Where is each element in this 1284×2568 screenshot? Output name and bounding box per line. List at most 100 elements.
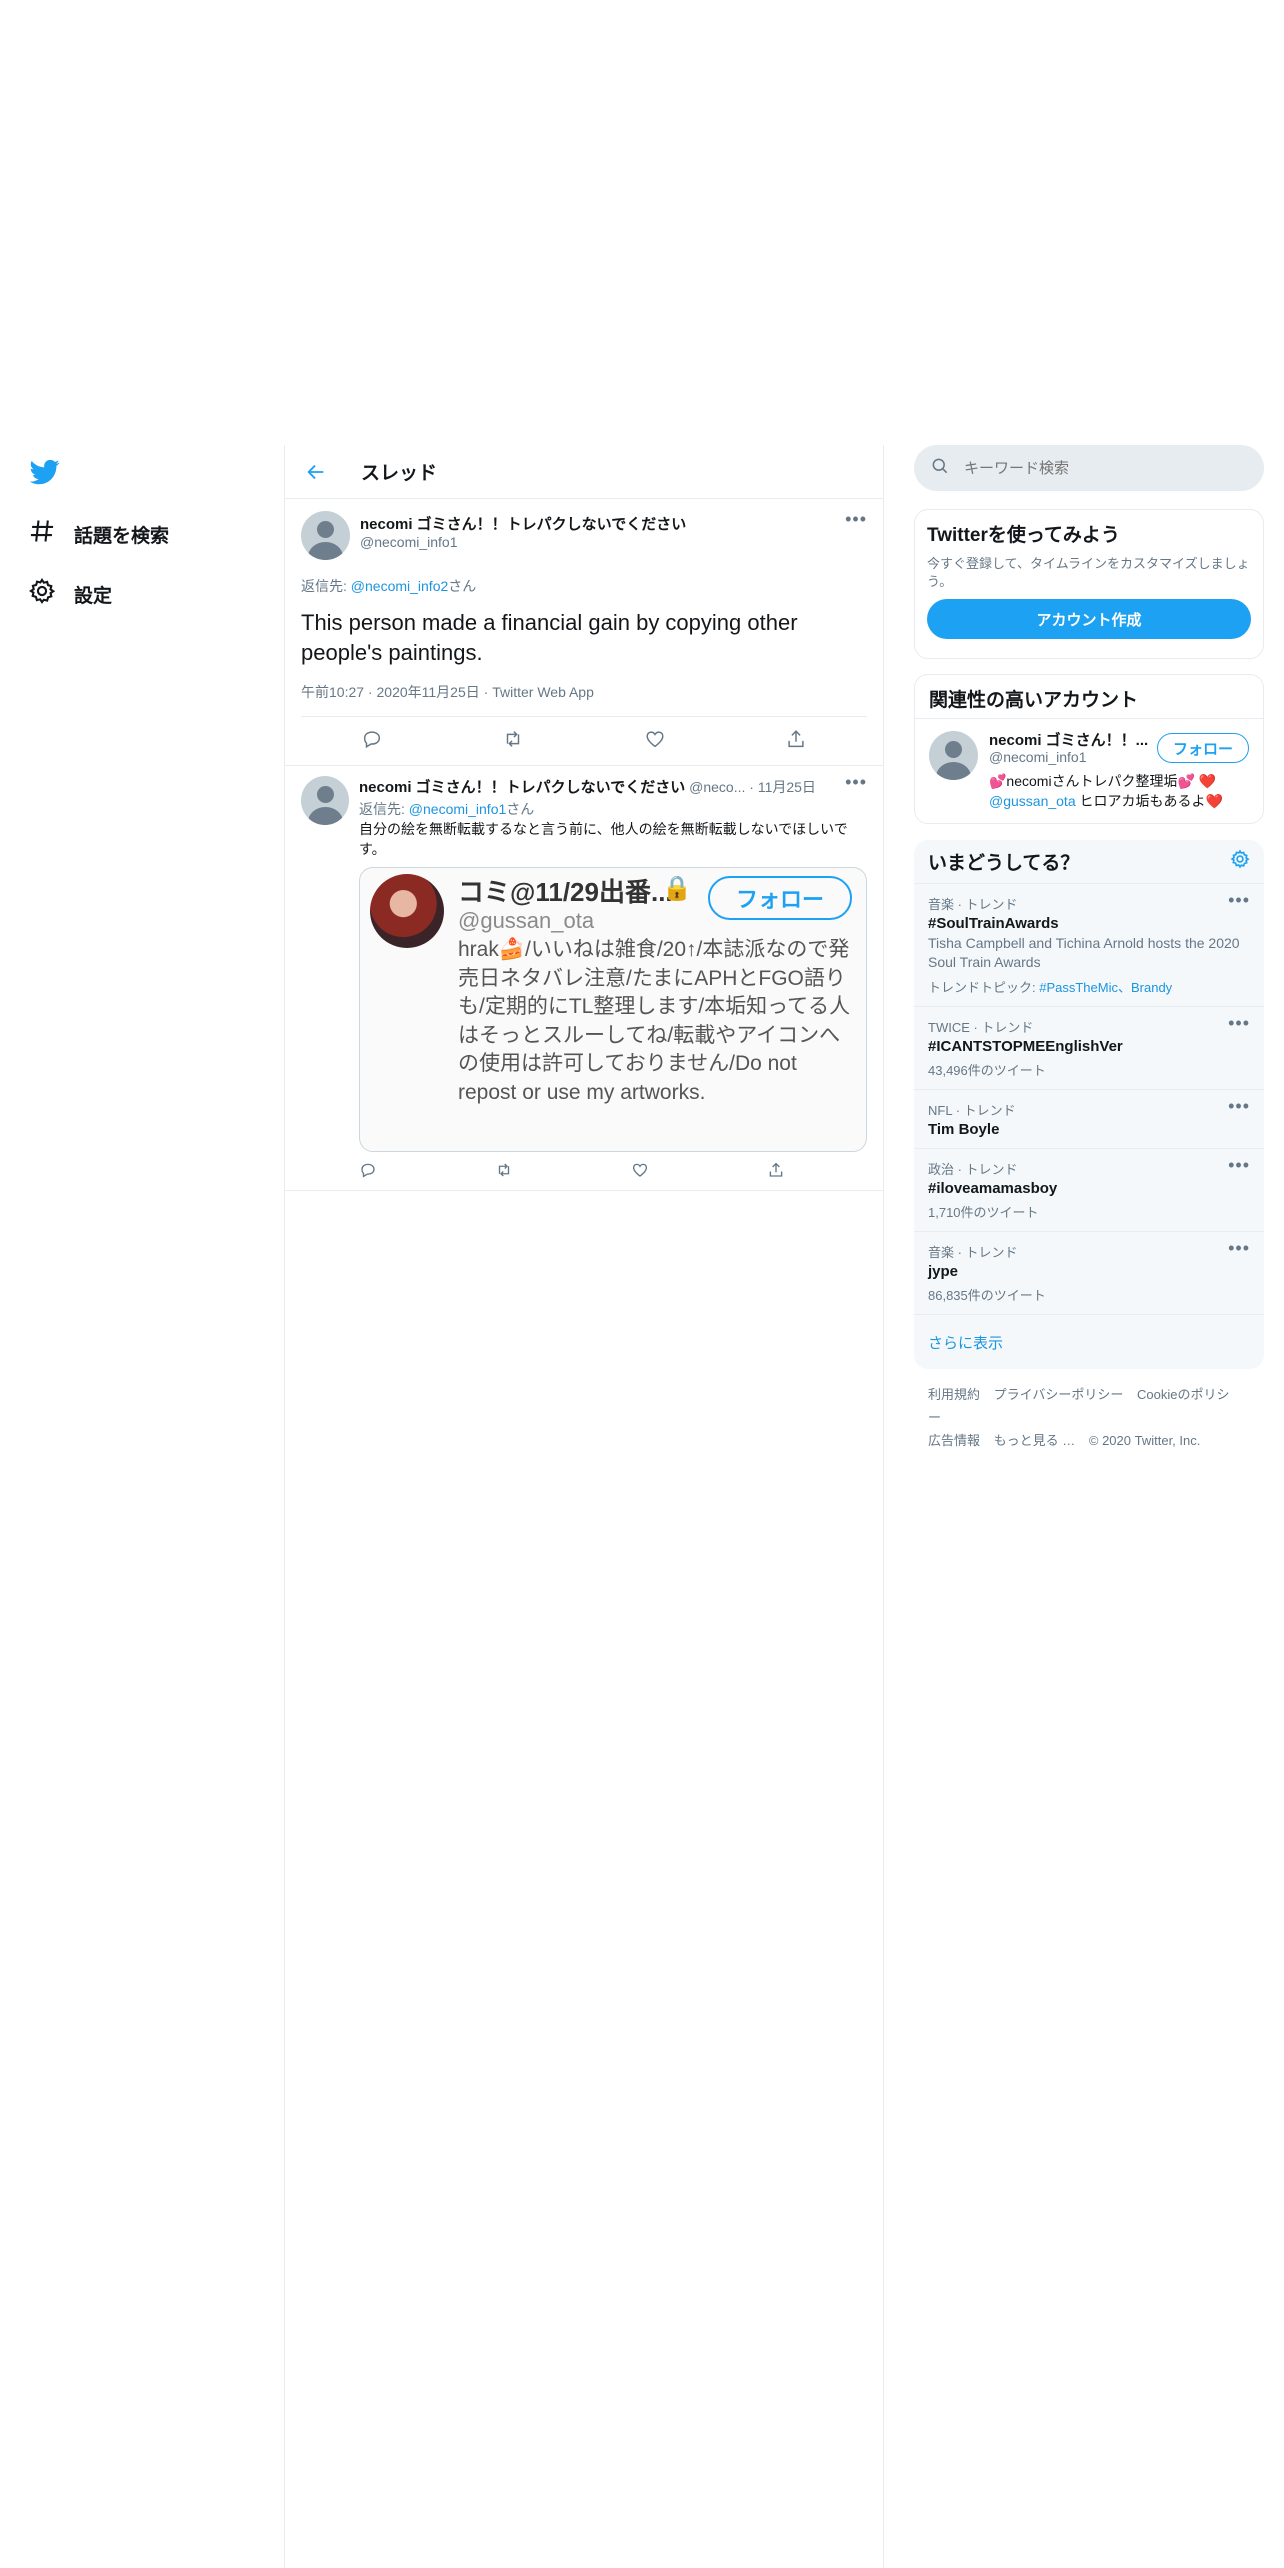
page: 話題を検索 設定 スレッド necomi ゴミさん！！トレパクしないでください …: [0, 0, 1284, 2568]
trend-count: 1,710件のツイート: [928, 1205, 1039, 1220]
replying-to-link[interactable]: @necomi_info2: [351, 578, 449, 594]
replying-to: 返信先: @necomi_info1さん: [359, 799, 867, 819]
nav-explore[interactable]: 話題を検索: [28, 517, 169, 551]
tweet-date[interactable]: 2020年11月25日: [377, 684, 480, 700]
trend-topic-links[interactable]: #PassTheMic、Brandy: [1039, 980, 1172, 995]
trend-item[interactable]: NFL · トレンド Tim Boyle •••: [914, 1090, 1264, 1149]
avatar[interactable]: [301, 511, 350, 560]
tweet-text: This person made a financial gain by cop…: [301, 610, 798, 665]
footer-terms[interactable]: 利用規約: [928, 1387, 980, 1402]
trend-name: #iloveamamasboy: [928, 1180, 1058, 1197]
back-arrow-icon[interactable]: [301, 457, 331, 487]
embed-name: コミ@11/29出番...: [458, 877, 673, 907]
author-name[interactable]: necomi ゴミさん！！トレパクしないでください: [360, 513, 686, 534]
lock-icon: 🔒: [662, 875, 692, 902]
twitter-bird-icon[interactable]: [28, 457, 62, 487]
author-handle[interactable]: @necomi_info1: [360, 534, 686, 550]
follow-button[interactable]: フォロー: [1157, 733, 1249, 763]
embed-handle: @gussan_ota: [458, 908, 595, 933]
more-icon[interactable]: •••: [1228, 1155, 1250, 1176]
like-icon[interactable]: [631, 1161, 649, 1184]
footer-copyright: © 2020 Twitter, Inc.: [1088, 1433, 1201, 1448]
trend-context: 音楽 · トレンド: [928, 897, 1018, 912]
footer-privacy[interactable]: プライバシーポリシー: [994, 1387, 1124, 1402]
more-icon[interactable]: •••: [1228, 1238, 1250, 1259]
embed-bio: hrak🍰/いいねは雑食/20↑/本誌派なので発売日ネタバレ注意/たまにAPHと…: [458, 938, 851, 1104]
more-icon[interactable]: •••: [1228, 1013, 1250, 1034]
trend-context: 音楽 · トレンド: [928, 1245, 1018, 1260]
trend-item[interactable]: 音楽 · トレンド #SoulTrainAwards Tisha Campbel…: [914, 884, 1264, 1007]
author-handle[interactable]: @neco...: [689, 779, 745, 795]
trend-name: Tim Boyle: [928, 1121, 1000, 1138]
trend-topic-prefix: トレンドトピック:: [928, 980, 1040, 995]
tweet-source[interactable]: Twitter Web App: [492, 684, 594, 700]
sidebar-right: Twitterを使ってみよう 今すぐ登録して、タイムラインをカスタマイズしましょ…: [914, 445, 1264, 1452]
reply-header: necomi ゴミさん！！トレパクしないでください @neco... · 11月…: [359, 779, 816, 796]
trends-card: いまどうしてる？ 音楽 · トレンド #SoulTrainAwards Tish…: [914, 840, 1264, 1369]
replying-suffix: さん: [506, 801, 535, 817]
share-icon[interactable]: [785, 728, 807, 755]
trend-count: 86,835件のツイート: [928, 1288, 1046, 1303]
trend-item[interactable]: TWICE · トレンド #ICANTSTOPMEEnglishVer 43,4…: [914, 1007, 1264, 1090]
trend-name: #SoulTrainAwards: [928, 915, 1059, 932]
more-icon[interactable]: •••: [1228, 1096, 1250, 1117]
thread-column: スレッド necomi ゴミさん！！トレパクしないでください @necomi_i…: [284, 445, 884, 2568]
nav-explore-label: 話題を検索: [74, 525, 170, 547]
trend-desc: Tisha Campbell and Tichina Arnold hosts …: [928, 935, 1240, 970]
search-input[interactable]: [964, 459, 1244, 477]
show-more-link[interactable]: さらに表示: [914, 1315, 1264, 1369]
tweet-time[interactable]: 午前10:27: [301, 684, 364, 700]
search-bar[interactable]: [914, 445, 1264, 491]
reply-icon[interactable]: [359, 1161, 377, 1184]
replying-suffix: さん: [448, 578, 477, 594]
trend-item[interactable]: 音楽 · トレンド jype 86,835件のツイート •••: [914, 1232, 1264, 1315]
footer-ads[interactable]: 広告情報: [928, 1433, 980, 1448]
trend-item[interactable]: 政治 · トレンド #iloveamamasboy 1,710件のツイート ••…: [914, 1149, 1264, 1232]
focused-tweet: necomi ゴミさん！！トレパクしないでください @necomi_info1 …: [285, 499, 883, 766]
replying-prefix: 返信先:: [359, 801, 409, 817]
trend-name: #ICANTSTOPMEEnglishVer: [928, 1038, 1123, 1055]
tweet-text: 自分の絵を無断転載するなと言う前に、他人の絵を無断転載しないでほしいです。: [359, 821, 848, 857]
nav-settings-label: 設定: [74, 585, 113, 607]
reply-icon[interactable]: [361, 728, 383, 755]
trend-context: 政治 · トレンド: [928, 1162, 1018, 1177]
related-accounts-card: 関連性の高いアカウント necomi ゴミさん！！... @necomi_inf…: [914, 674, 1264, 824]
replying-to-link[interactable]: @necomi_info1: [409, 801, 507, 817]
trends-title: いまどうしてる？: [928, 853, 1080, 874]
reply-tweet[interactable]: necomi ゴミさん！！トレパクしないでください @neco... · 11月…: [285, 766, 883, 1191]
tweet-date[interactable]: 11月25日: [758, 779, 816, 795]
page-title: スレッド: [361, 463, 438, 484]
gear-icon[interactable]: [1230, 849, 1250, 874]
avatar[interactable]: [929, 731, 978, 780]
share-icon[interactable]: [767, 1161, 785, 1184]
related-bio-link[interactable]: @gussan_ota: [989, 793, 1076, 809]
more-icon[interactable]: •••: [845, 772, 867, 793]
author-name[interactable]: necomi ゴミさん！！トレパクしないでください: [359, 779, 685, 796]
trend-context: TWICE · トレンド: [928, 1020, 1034, 1035]
retweet-icon[interactable]: [495, 1161, 513, 1184]
create-account-button[interactable]: アカウント作成: [927, 599, 1251, 639]
retweet-icon[interactable]: [502, 728, 524, 755]
embedded-image[interactable]: コミ@11/29出番... 🔒 @gussan_ota フォロー hrak🍰/い…: [359, 867, 867, 1152]
more-icon[interactable]: •••: [1228, 890, 1250, 911]
embed-follow-button: フォロー: [708, 876, 852, 920]
trend-name: jype: [928, 1263, 959, 1280]
tweet-meta: 午前10:27 · 2020年11月25日 · Twitter Web App: [301, 682, 867, 717]
nav-settings[interactable]: 設定: [28, 577, 112, 611]
like-icon[interactable]: [644, 728, 666, 755]
signup-card: Twitterを使ってみよう 今すぐ登録して、タイムラインをカスタマイズしましょ…: [914, 509, 1264, 659]
gear-icon: [28, 577, 56, 611]
footer: 利用規約 プライバシーポリシー Cookieのポリシー 広告情報 もっと見る ……: [914, 1383, 1264, 1452]
signup-desc: 今すぐ登録して、タイムラインをカスタマイズしましょう。: [927, 556, 1250, 589]
replying-prefix: 返信先:: [301, 578, 351, 594]
replying-to: 返信先: @necomi_info2さん: [301, 576, 867, 596]
footer-more[interactable]: もっと見る …: [994, 1433, 1076, 1448]
more-icon[interactable]: •••: [845, 509, 867, 530]
avatar[interactable]: [301, 776, 349, 825]
related-handle[interactable]: @necomi_info1: [989, 749, 1087, 765]
tweet-actions: [359, 1162, 867, 1182]
related-name[interactable]: necomi ゴミさん！！...: [989, 729, 1148, 750]
related-account[interactable]: necomi ゴミさん！！... @necomi_info1 フォロー 💕nec…: [915, 719, 1263, 824]
trend-context: NFL · トレンド: [928, 1103, 1016, 1118]
search-icon: [930, 456, 950, 481]
